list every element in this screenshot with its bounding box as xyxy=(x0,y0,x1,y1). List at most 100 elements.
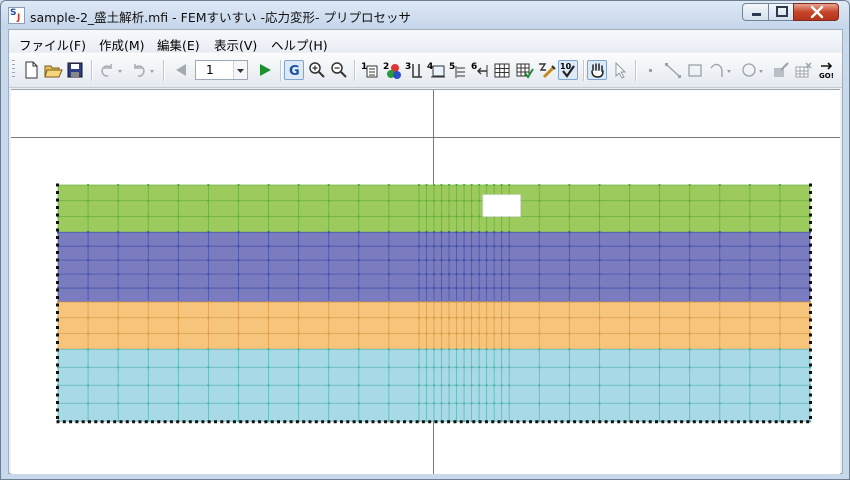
toolbar-grip[interactable] xyxy=(12,60,15,80)
boundary-node xyxy=(736,420,740,424)
mesh-node xyxy=(718,316,721,319)
zoom-in-button[interactable] xyxy=(307,60,327,80)
mesh-node xyxy=(493,184,496,186)
new-file-button[interactable] xyxy=(21,60,41,80)
mesh-node xyxy=(455,332,458,335)
mesh-node xyxy=(297,231,300,234)
menu-view[interactable]: 表示(V) xyxy=(214,35,257,54)
page-number-value: 1 xyxy=(206,63,214,77)
boundary-node xyxy=(560,420,564,424)
tool-6-load-button[interactable]: 6 xyxy=(470,60,490,80)
page-dropdown-button[interactable] xyxy=(233,61,247,79)
mesh-node xyxy=(440,402,443,405)
mesh-node xyxy=(485,301,488,303)
menu-create[interactable]: 作成(M) xyxy=(99,35,145,54)
mesh-node xyxy=(658,316,661,319)
page-number-select[interactable]: 1 xyxy=(195,60,248,80)
mesh-node xyxy=(440,231,443,234)
boundary-node xyxy=(809,348,812,352)
mesh-node xyxy=(748,366,751,369)
draw-line-button[interactable] xyxy=(663,60,683,80)
mesh-node xyxy=(568,231,571,234)
mesh-node xyxy=(568,215,571,218)
tool-4-region-button[interactable]: 4 xyxy=(426,60,446,80)
redo-button[interactable] xyxy=(129,60,157,80)
mesh-node xyxy=(508,384,511,387)
mesh-node xyxy=(778,316,781,319)
boundary-node xyxy=(195,420,199,424)
mesh-node xyxy=(433,332,435,335)
draw-polygon-button[interactable] xyxy=(739,60,767,80)
boundary-node xyxy=(283,420,287,424)
select-pointer-button[interactable] xyxy=(610,60,630,80)
pan-hand-button[interactable] xyxy=(587,60,607,80)
mesh-node xyxy=(448,316,451,319)
mesh-node xyxy=(177,273,180,276)
go-label: GO! xyxy=(819,72,834,80)
mesh-node xyxy=(455,301,458,303)
app-icon[interactable]: SJ xyxy=(8,7,25,24)
mesh-node xyxy=(440,199,443,202)
boundary-node xyxy=(459,420,463,424)
mesh-node xyxy=(470,332,473,335)
mesh-node xyxy=(117,215,120,218)
edit-element-button[interactable] xyxy=(771,60,791,80)
mesh-node xyxy=(440,273,443,276)
undo-button[interactable] xyxy=(97,60,125,80)
boundary-node xyxy=(56,243,59,247)
auto-mesh-button[interactable] xyxy=(536,60,556,80)
boundary-node xyxy=(163,420,167,424)
mesh-node xyxy=(147,287,150,290)
mesh-node xyxy=(117,273,120,276)
tool-1-node-list-button[interactable]: 1 xyxy=(360,60,380,80)
mesh-node xyxy=(433,287,435,290)
boundary-node xyxy=(453,420,457,424)
previous-page-button[interactable] xyxy=(171,60,191,80)
menu-help[interactable]: ヘルプ(H) xyxy=(271,35,328,54)
mesh-check-button[interactable] xyxy=(514,60,534,80)
draw-arc-button[interactable] xyxy=(707,60,735,80)
fem-mesh-drawing[interactable] xyxy=(11,90,840,474)
title-bar[interactable]: SJ sample-2_盛土解析.mfi - FEMすいすい -応力変形- プリ… xyxy=(1,1,849,29)
mesh-node xyxy=(327,199,330,202)
draw-rectangle-button[interactable] xyxy=(685,60,705,80)
mesh-node xyxy=(508,366,511,369)
delete-element-button[interactable] xyxy=(793,60,813,80)
boundary-node xyxy=(176,420,180,424)
minimize-button[interactable] xyxy=(742,3,769,21)
save-button[interactable] xyxy=(65,60,85,80)
menu-edit[interactable]: 編集(E) xyxy=(157,35,200,54)
boundary-node xyxy=(56,198,59,202)
boundary-node xyxy=(743,420,747,424)
mesh-node xyxy=(57,316,59,319)
mesh-node xyxy=(267,259,270,262)
close-button[interactable] xyxy=(793,3,839,21)
mesh-node xyxy=(207,301,210,303)
menu-file[interactable]: ファイル(F) xyxy=(19,35,86,54)
mesh-node xyxy=(538,332,541,335)
mesh-node xyxy=(417,348,420,351)
mesh-node xyxy=(327,245,330,248)
mesh-node xyxy=(455,259,458,262)
mesh-canvas[interactable] xyxy=(11,89,840,474)
next-page-button[interactable] xyxy=(255,60,275,80)
draw-point-button[interactable] xyxy=(641,60,661,80)
mesh-node xyxy=(598,348,601,351)
tool-10-verify-button[interactable]: 10 xyxy=(558,60,578,80)
tool-3-boundary-button[interactable]: 3 xyxy=(404,60,424,80)
tool-2-materials-button[interactable]: 2 xyxy=(382,60,402,80)
zoom-out-button[interactable] xyxy=(329,60,349,80)
open-file-button[interactable] xyxy=(43,60,63,80)
mesh-node xyxy=(448,215,451,218)
tool-5-layer-button[interactable]: 5 xyxy=(448,60,468,80)
maximize-button[interactable] xyxy=(768,3,794,21)
grid-toggle-button[interactable]: G xyxy=(284,60,304,80)
mesh-node xyxy=(147,199,150,202)
mesh-node xyxy=(463,348,466,351)
boundary-node xyxy=(56,311,59,314)
mesh-table-button[interactable] xyxy=(492,60,512,80)
go-next-step-button[interactable]: GO! xyxy=(817,60,837,80)
boundary-node xyxy=(806,420,810,424)
mesh-node xyxy=(448,348,451,351)
verify-check-icon: 10 xyxy=(560,62,575,78)
